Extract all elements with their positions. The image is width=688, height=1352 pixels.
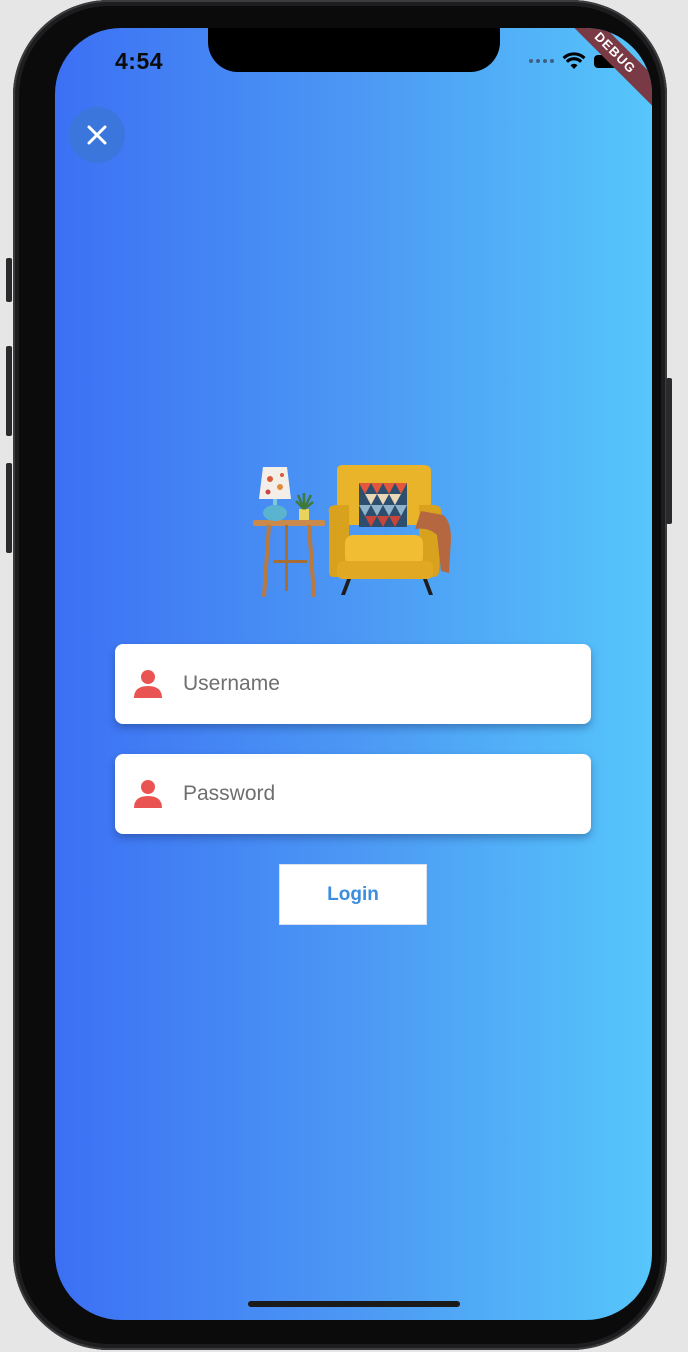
- user-icon: [131, 777, 165, 811]
- debug-banner: DEBUG: [554, 28, 652, 114]
- app-screen: 4:54 DEBUG Username Login: [55, 28, 652, 1320]
- user-icon: [131, 667, 165, 701]
- power-button: [666, 378, 672, 524]
- notch: [208, 28, 500, 72]
- mute-switch: [6, 258, 12, 302]
- cellular-dots-icon: [529, 59, 554, 63]
- login-button[interactable]: Login: [279, 864, 427, 925]
- username-field[interactable]: [115, 644, 591, 724]
- phone-frame: 4:54 DEBUG Username Login: [6, 0, 672, 1350]
- password-input[interactable]: [181, 781, 565, 807]
- status-time: 4:54: [115, 48, 164, 74]
- home-indicator: [248, 1301, 460, 1307]
- close-button[interactable]: [69, 107, 125, 163]
- volume-down-button: [6, 463, 12, 553]
- password-field[interactable]: [115, 754, 591, 834]
- armchair-lamp-illustration: [253, 465, 451, 597]
- username-input[interactable]: [181, 671, 565, 697]
- volume-up-button: [6, 346, 12, 436]
- wifi-icon: [562, 52, 586, 69]
- close-icon: [87, 125, 107, 145]
